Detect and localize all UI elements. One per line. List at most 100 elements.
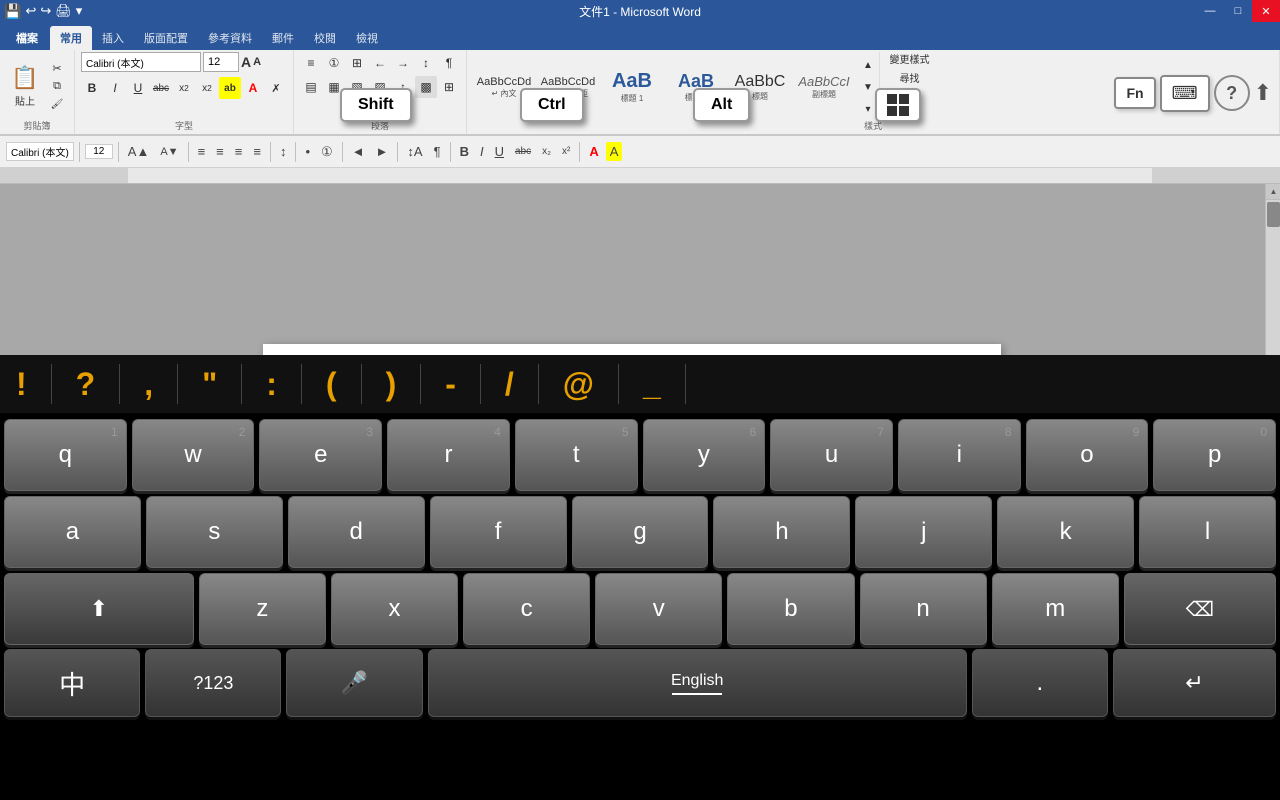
- key-m[interactable]: m: [992, 573, 1119, 645]
- indent-decrease-button[interactable]: ←: [369, 52, 391, 74]
- customize-icon[interactable]: ▾: [76, 3, 83, 19]
- cut-button[interactable]: ✂: [46, 60, 68, 76]
- scroll-up-button[interactable]: ▲: [1266, 184, 1280, 200]
- key-w[interactable]: w2: [132, 419, 255, 491]
- font-shrink-button[interactable]: A: [253, 56, 261, 68]
- italic-button[interactable]: I: [104, 77, 126, 99]
- sym-colon[interactable]: :: [266, 366, 277, 403]
- tab-pagelayout[interactable]: 版面配置: [134, 26, 198, 50]
- shift-key[interactable]: ⬆: [4, 573, 194, 645]
- chinese-lang-key[interactable]: 中: [4, 649, 140, 717]
- strikethrough-bar-btn[interactable]: abc: [511, 144, 535, 159]
- save-icon[interactable]: 💾: [4, 3, 21, 20]
- key-h[interactable]: h: [713, 496, 850, 568]
- sort-bar-icon[interactable]: ↕A: [403, 142, 426, 161]
- font-bar-name[interactable]: Calibri (本文): [6, 142, 74, 161]
- key-d[interactable]: d: [288, 496, 425, 568]
- help-circle-button[interactable]: ?: [1214, 75, 1250, 111]
- key-q[interactable]: q1: [4, 419, 127, 491]
- key-i[interactable]: i8: [898, 419, 1021, 491]
- sym-exclaim[interactable]: !: [16, 366, 27, 403]
- underline-button[interactable]: U: [127, 77, 149, 99]
- indent-increase-button[interactable]: →: [392, 52, 414, 74]
- style-subtitle[interactable]: AaBbCcI 副標題: [793, 56, 855, 118]
- space-key[interactable]: English: [428, 649, 967, 717]
- document-content[interactable]: Mirrorop Receiver.....↵: [263, 344, 1001, 355]
- key-y[interactable]: y6: [643, 419, 766, 491]
- sym-dash[interactable]: -: [445, 366, 456, 403]
- key-b[interactable]: b: [727, 573, 854, 645]
- change-styles-button[interactable]: 變更樣式: [890, 51, 930, 66]
- scroll-thumb[interactable]: [1267, 202, 1280, 227]
- key-r[interactable]: r4: [387, 419, 510, 491]
- key-z[interactable]: z: [199, 573, 326, 645]
- shrink-font-icon[interactable]: A▼: [156, 144, 182, 160]
- num123-key[interactable]: ?123: [145, 649, 281, 717]
- sym-comma[interactable]: ,: [144, 366, 153, 403]
- paste-button[interactable]: 📋 貼上: [6, 59, 44, 113]
- font-bar-size[interactable]: 12: [85, 144, 113, 159]
- subscript-bar-btn[interactable]: x₂: [538, 144, 555, 159]
- backspace-key[interactable]: ⌫: [1124, 573, 1276, 645]
- key-f[interactable]: f: [430, 496, 567, 568]
- borders-button[interactable]: ⊞: [438, 76, 460, 98]
- find-button[interactable]: 尋找: [900, 70, 920, 85]
- clear-format-button[interactable]: ✗: [265, 77, 287, 99]
- copy-button[interactable]: ⧉: [46, 78, 68, 94]
- multilevel-button[interactable]: ⊞: [346, 52, 368, 74]
- indent-inc-icon[interactable]: ►: [372, 142, 393, 161]
- shift-overlay-key[interactable]: Shift: [340, 88, 412, 122]
- fn-key-icon[interactable]: Fn: [1114, 77, 1155, 109]
- ctrl-overlay-key[interactable]: Ctrl: [520, 88, 584, 122]
- key-l[interactable]: l: [1139, 496, 1276, 568]
- sym-closeparen[interactable]: ): [386, 366, 397, 403]
- sym-slash[interactable]: /: [505, 366, 514, 403]
- maximize-button[interactable]: □: [1224, 0, 1252, 22]
- redo-icon[interactable]: ↪: [40, 3, 51, 19]
- bold-button[interactable]: B: [81, 77, 103, 99]
- key-c[interactable]: c: [463, 573, 590, 645]
- sort-button[interactable]: ↕: [415, 52, 437, 74]
- align-right-icon[interactable]: ≡: [231, 142, 247, 161]
- enter-key[interactable]: ↵: [1113, 649, 1276, 717]
- sym-at[interactable]: @: [563, 366, 594, 403]
- key-o[interactable]: o9: [1026, 419, 1149, 491]
- superscript-button[interactable]: x2: [196, 77, 218, 99]
- print-icon[interactable]: 🖨: [55, 3, 72, 19]
- highlight-bar-btn[interactable]: A: [606, 142, 623, 161]
- key-u[interactable]: u7: [770, 419, 893, 491]
- key-a[interactable]: a: [4, 496, 141, 568]
- key-g[interactable]: g: [572, 496, 709, 568]
- superscript-bar-btn[interactable]: x²: [558, 144, 574, 159]
- undo-icon[interactable]: ↩: [25, 3, 36, 19]
- align-left-icon[interactable]: ≡: [194, 142, 210, 161]
- close-button[interactable]: ✕: [1252, 0, 1280, 22]
- bullets-button[interactable]: ≡: [300, 52, 322, 74]
- shading-button[interactable]: ▩: [415, 76, 437, 98]
- tab-file[interactable]: 檔案: [4, 26, 50, 50]
- justify-icon[interactable]: ≡: [249, 142, 265, 161]
- show-marks-bar-icon[interactable]: ¶: [430, 142, 445, 161]
- key-j[interactable]: j: [855, 496, 992, 568]
- tab-insert[interactable]: 插入: [92, 26, 134, 50]
- sym-quote[interactable]: ": [202, 366, 217, 403]
- bullets-bar-icon[interactable]: •: [301, 142, 314, 161]
- tab-references[interactable]: 參考資料: [198, 26, 262, 50]
- style-heading1[interactable]: AaB 標題 1: [601, 56, 663, 118]
- key-p[interactable]: p0: [1153, 419, 1276, 491]
- sym-underscore[interactable]: _: [643, 366, 661, 403]
- alt-overlay-key[interactable]: Alt: [693, 88, 750, 122]
- font-grow-button[interactable]: A: [241, 54, 251, 70]
- key-v[interactable]: v: [595, 573, 722, 645]
- win-overlay-key[interactable]: [875, 88, 921, 122]
- font-size-selector[interactable]: 12: [203, 52, 239, 72]
- key-n[interactable]: n: [860, 573, 987, 645]
- text-color-bar-btn[interactable]: A: [585, 142, 602, 161]
- indent-dec-icon[interactable]: ◄: [348, 142, 369, 161]
- key-s[interactable]: s: [146, 496, 283, 568]
- subscript-button[interactable]: x2: [173, 77, 195, 99]
- key-k[interactable]: k: [997, 496, 1134, 568]
- text-highlight-button[interactable]: ab: [219, 77, 241, 99]
- minimize-button[interactable]: —: [1196, 0, 1224, 22]
- keyboard-icon-button[interactable]: ⌨: [1160, 75, 1210, 112]
